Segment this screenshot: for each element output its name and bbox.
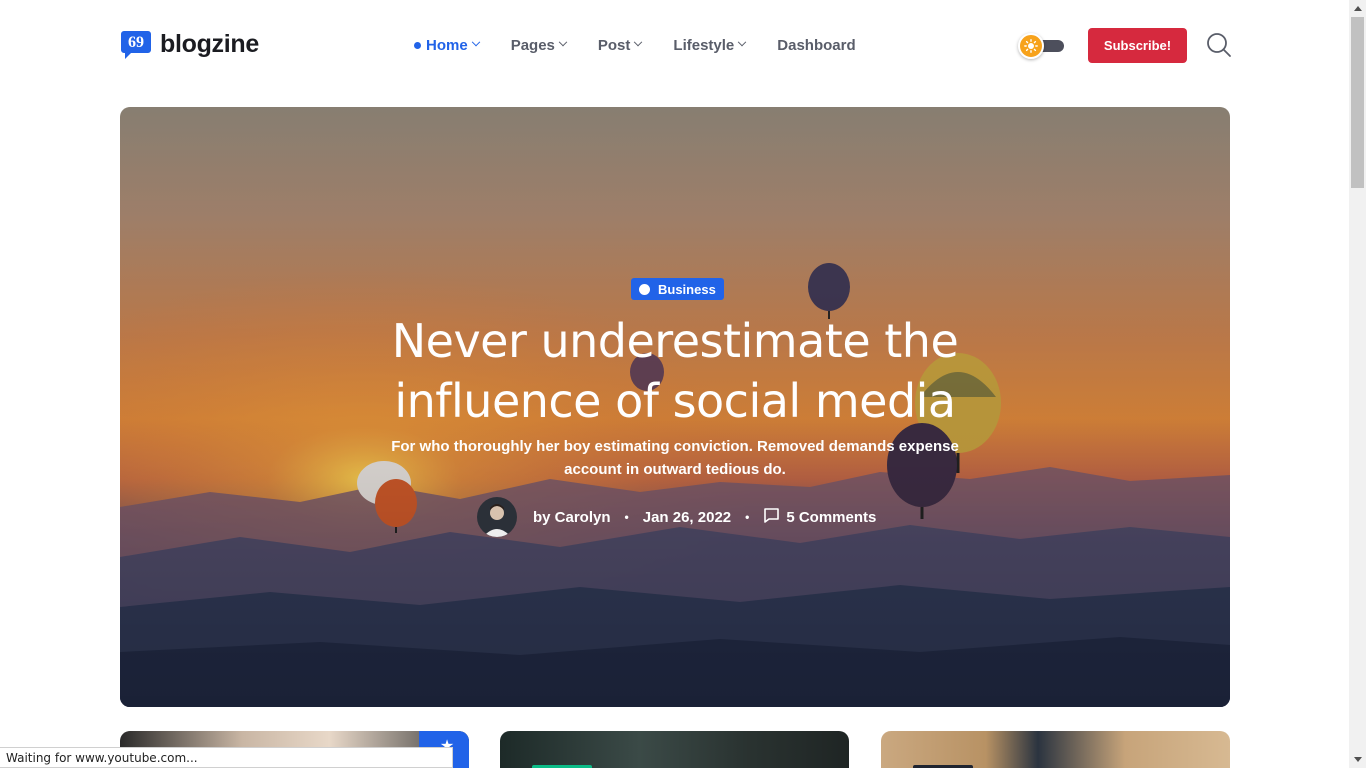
quote-bubble-icon: 69 (120, 28, 152, 60)
comments-link[interactable]: 5 Comments (763, 507, 876, 528)
post-card[interactable] (881, 731, 1230, 768)
hero-subtitle: For who thoroughly her boy estimating co… (391, 438, 959, 478)
search-icon[interactable] (1205, 31, 1233, 59)
comment-icon (763, 507, 780, 528)
nav-item-lifestyle[interactable]: Lifestyle (673, 36, 747, 54)
author-avatar[interactable] (477, 497, 517, 537)
nav-item-dashboard[interactable]: Dashboard (777, 37, 855, 54)
badge-dot (639, 283, 650, 295)
chevron-down-icon (738, 37, 747, 47)
comments-count: 5 Comments (786, 508, 877, 526)
meta-separator: • (624, 510, 629, 524)
hero-title[interactable]: Never underestimate the influence of soc… (350, 311, 1000, 431)
subscribe-button[interactable]: Subscribe! (1088, 28, 1187, 63)
chevron-down-icon (471, 37, 480, 47)
logo-text: blogzine (160, 29, 259, 58)
main-nav: Home Pages Post Lifestyle Dashboard (414, 33, 888, 57)
status-text: Waiting for www.youtube.com... (6, 751, 198, 765)
site-header: 69 blogzine Home Pages Post Lifestyle Da… (0, 0, 1349, 90)
scrollbar[interactable] (1349, 0, 1366, 768)
scrollbar-thumb[interactable] (1351, 17, 1364, 188)
nav-label: Lifestyle (673, 36, 735, 54)
post-card[interactable] (500, 731, 849, 768)
nav-label: Pages (510, 36, 555, 54)
author-name[interactable]: by Carolyn (533, 509, 611, 526)
scroll-up-arrow-icon[interactable] (1349, 0, 1366, 17)
nav-item-pages[interactable]: Pages (510, 36, 568, 54)
nav-item-post[interactable]: Post (597, 36, 643, 54)
sun-icon (1018, 33, 1044, 59)
post-meta: by Carolyn • Jan 26, 2022 • 5 Comments (477, 497, 876, 537)
hero-banner[interactable]: Business Never underestimate the influen… (120, 107, 1230, 707)
browser-status-bar: Waiting for www.youtube.com... (0, 747, 453, 768)
meta-separator: • (745, 510, 750, 524)
post-date: Jan 26, 2022 (642, 508, 732, 526)
category-badge[interactable]: Business (631, 278, 724, 300)
chevron-down-icon (634, 37, 643, 47)
site-logo[interactable]: 69 blogzine (120, 28, 259, 60)
nav-label: Dashboard (777, 36, 856, 54)
category-label: Business (658, 281, 716, 297)
chevron-down-icon (558, 37, 568, 47)
active-dot (414, 41, 421, 49)
nav-label: Home (426, 36, 468, 54)
scroll-down-arrow-icon[interactable] (1349, 751, 1366, 768)
nav-item-home[interactable]: Home (414, 36, 480, 54)
theme-toggle[interactable] (1018, 32, 1064, 60)
nav-label: Post (597, 36, 631, 54)
hero-content: Business Never underestimate the influen… (120, 107, 1230, 707)
svg-text:69: 69 (128, 34, 144, 51)
